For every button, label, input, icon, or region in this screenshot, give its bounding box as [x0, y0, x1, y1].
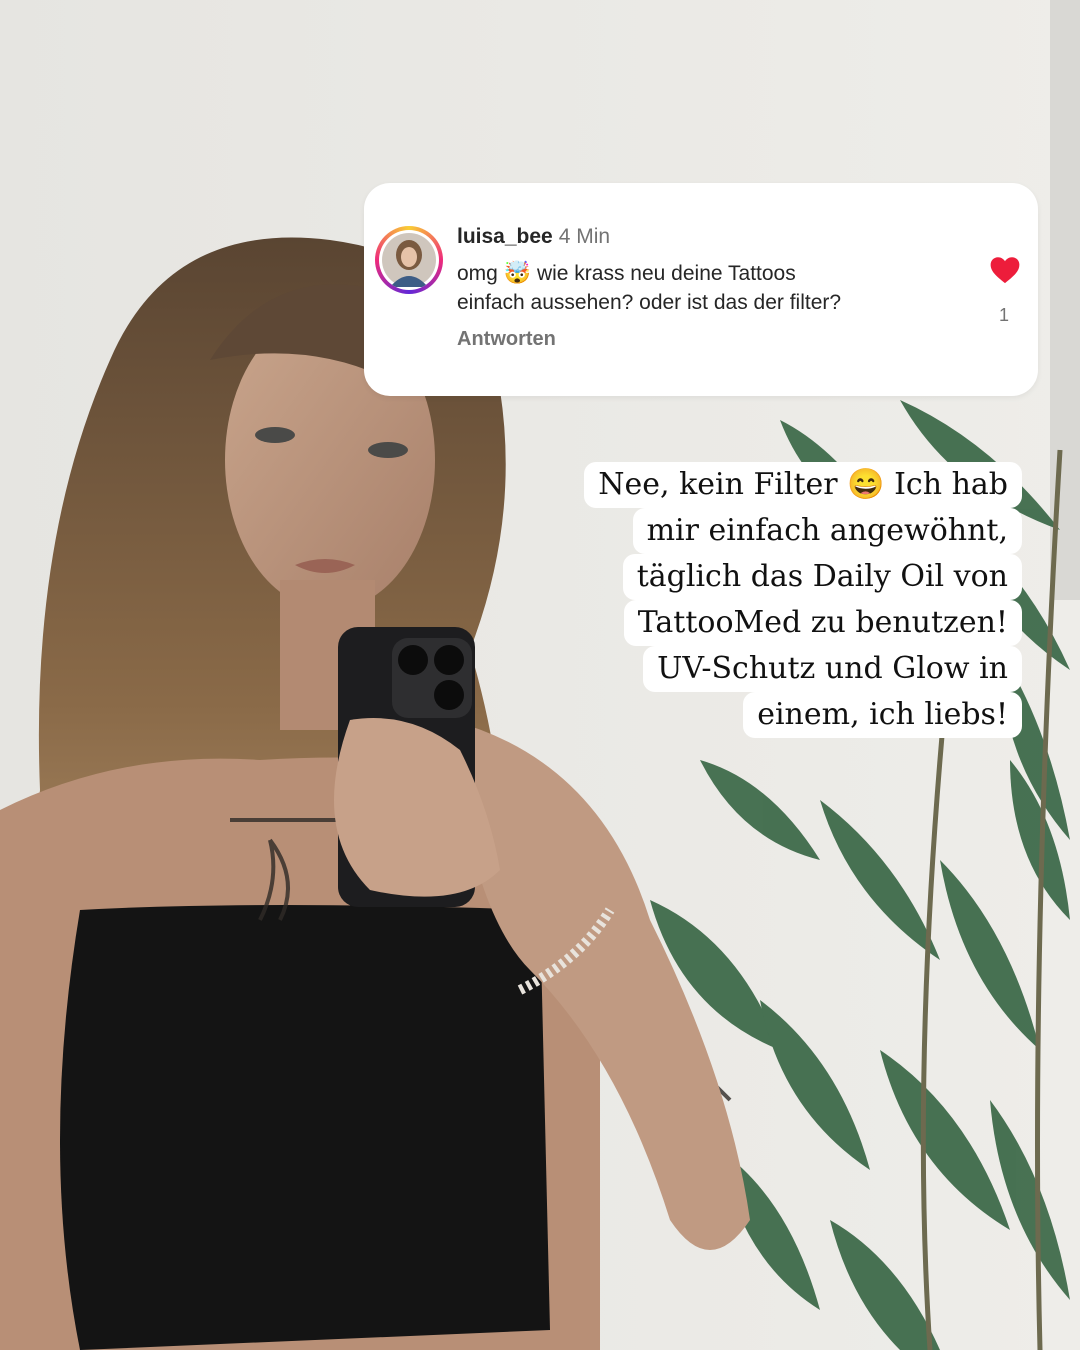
comment-header: luisa_bee 4 Min [457, 225, 610, 249]
reply-line: TattooMed zu benutzen! [623, 600, 1022, 646]
comment-text-part-1: omg [457, 262, 498, 285]
reply-line: UV-Schutz und Glow in [643, 646, 1022, 692]
reply-line: mir einfach angewöhnt, [632, 508, 1022, 554]
comment-text: omg 🤯 wie krass neu deine Tattoos einfac… [457, 258, 957, 317]
heart-icon[interactable] [990, 256, 1020, 284]
avatar[interactable] [379, 230, 439, 290]
comment-time: 4 Min [558, 225, 611, 248]
reply-bubble: Nee, kein Filter 😄 Ich hab mir einfach a… [502, 462, 1022, 738]
reply-line: Nee, kein Filter 😄 Ich hab [584, 462, 1022, 508]
exploding-head-emoji: 🤯 [503, 260, 532, 285]
reply-line: täglich das Daily Oil von [622, 554, 1022, 600]
like-count: 1 [998, 305, 1009, 325]
avatar-image [382, 233, 436, 287]
comment-card: luisa_bee 4 Min omg 🤯 wie krass neu deine… [364, 183, 1038, 396]
username[interactable]: luisa_bee [457, 225, 553, 248]
comment-text-part-2: wie krass neu deine Tattoos [536, 262, 796, 285]
reply-button[interactable]: Antworten [457, 328, 556, 351]
story-ring[interactable] [375, 226, 443, 294]
comment-text-line-2: einfach aussehen? oder ist das der filte… [457, 291, 842, 314]
reply-line: einem, ich liebs! [743, 692, 1022, 738]
